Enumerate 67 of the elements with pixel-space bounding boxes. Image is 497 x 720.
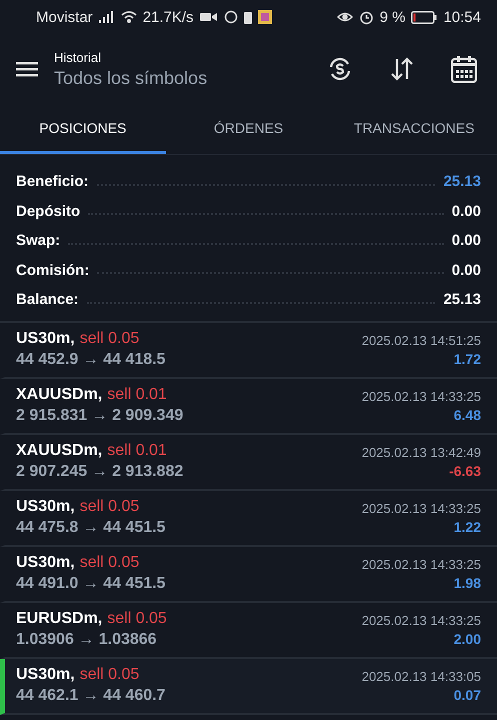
trade-side: sell 0.01 [107,442,167,460]
symbol-name: US30m, [16,498,75,516]
trade-time: 2025.02.13 14:33:25 [362,612,481,628]
summary-value: 0.00 [452,202,481,220]
summary-value: 25.13 [443,291,481,308]
summary-value: 25.13 [443,173,481,190]
tab[interactable]: ÓRDENES [166,104,332,154]
trade-profit: 6.48 [454,406,481,422]
battery-percent: 9 % [380,8,406,26]
price-range: 44 462.1 → 44 460.7 [16,687,166,705]
trade-side: sell 0.05 [80,498,140,516]
symbol-filter[interactable]: Todos los símbolos [54,68,295,88]
eye-icon [336,11,353,23]
app-thumbnail-icon [258,10,272,24]
trade-side: sell 0.05 [80,554,140,572]
alarm-icon [358,10,374,24]
symbol-name: EURUSDm, [16,610,102,628]
trade-profit: -6.63 [449,462,481,478]
position-row[interactable]: EURUSDm, sell 0.05 1.03906 → 1.03866 2025.02.13 14:33:25 2.00 [0,602,497,658]
trade-side: sell 0.05 [80,666,140,684]
trade-time: 2025.02.13 14:33:25 [362,500,481,516]
wifi-icon [120,11,137,23]
position-row[interactable]: US30m, sell 0.05 44 491.0 → 44 451.5 2025.02.13 14:33:25 1.98 [0,546,497,602]
summary-label: Comisión: [16,262,90,279]
trade-time: 2025.02.13 14:33:25 [362,556,481,572]
symbol-name: XAUUSDm, [16,442,102,460]
symbol-name: US30m, [16,666,75,684]
price-range: 44 452.9 → 44 418.5 [16,351,166,369]
clock-time: 10:54 [443,8,481,26]
screen-title: Historial [54,50,102,64]
battery-icon [411,10,438,24]
trade-side: sell 0.01 [107,386,167,404]
trade-time: 2025.02.13 14:33:05 [362,668,481,684]
trade-profit: 1.98 [454,574,481,590]
trade-profit: 1.72 [454,350,481,366]
position-row[interactable]: XAUUSDm, sell 0.01 2 915.831 → 2 909.349 2025.02.13 14:33:25 6.48 [0,378,497,434]
position-row[interactable]: XAUUSDm, sell 0.01 2 907.245 → 2 913.882 2025.02.13 13:42:49 -6.63 [0,434,497,490]
price-range: 1.03906 → 1.03866 [16,631,157,649]
trade-profit: 0.07 [454,686,481,702]
trade-profit: 1.22 [454,518,481,534]
position-row[interactable]: US30m, sell 0.05 44 462.1 → 44 460.7 2025.02.13 14:33:05 0.07 [0,658,497,714]
summary-value: 0.00 [452,262,481,279]
symbol-name: US30m, [16,554,75,572]
carrier-name: Movistar [36,8,93,26]
trade-side: sell 0.05 [107,610,167,628]
network-speed: 21.7K/s [142,8,194,26]
summary-label: Balance: [16,291,79,308]
summary-label: Depósito [16,202,80,220]
price-range: 2 907.245 → 2 913.882 [16,463,184,481]
summary-value: 0.00 [452,232,481,250]
trade-profit: 2.00 [454,630,481,646]
price-range: 2 915.831 → 2 909.349 [16,407,184,425]
price-range: 44 475.8 → 44 451.5 [16,519,166,537]
video-camera-icon [200,11,218,23]
summary-label: Beneficio: [16,173,89,190]
signal-icon [98,11,115,23]
symbol-name: XAUUSDm, [16,386,102,404]
trade-side: sell 0.05 [80,330,140,348]
symbol-name: US30m, [16,330,75,348]
position-row[interactable]: US30m, sell 0.05 44 475.8 → 44 451.5 2025.02.13 14:33:25 1.22 [0,490,497,546]
trade-time: 2025.02.13 14:51:25 [362,332,481,348]
tab[interactable]: TRANSACCIONES [331,104,497,154]
price-range: 44 491.0 → 44 451.5 [16,575,166,593]
trade-time: 2025.02.13 13:42:49 [362,444,481,460]
summary-label: Swap: [16,232,60,250]
tab[interactable]: POSICIONES [0,104,166,154]
trade-time: 2025.02.13 14:33:25 [362,388,481,404]
